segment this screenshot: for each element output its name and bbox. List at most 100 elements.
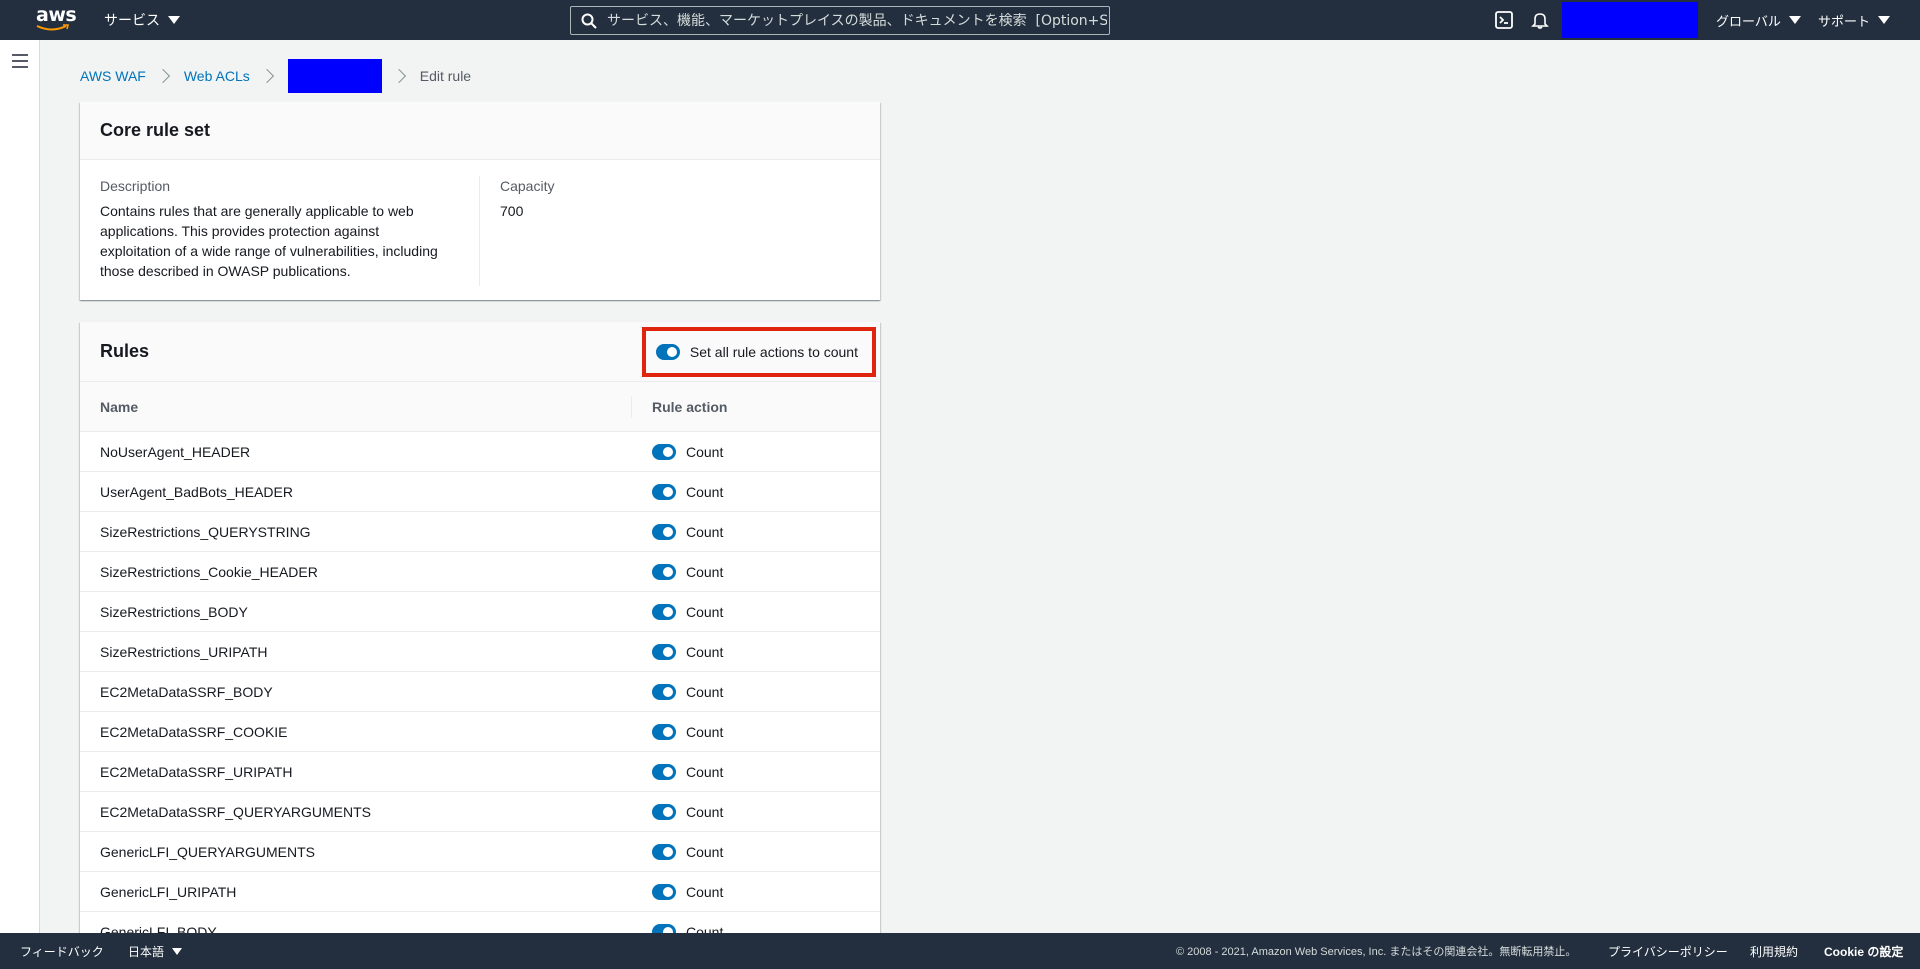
breadcrumb-web-acls[interactable]: Web ACLs bbox=[184, 68, 250, 84]
rule-count-toggle[interactable] bbox=[652, 523, 676, 540]
column-header-rule-action: Rule action bbox=[652, 398, 728, 415]
side-navigation-rail bbox=[0, 40, 40, 933]
table-row: NoUserAgent_HEADER Count bbox=[80, 432, 880, 472]
terms-link[interactable]: 利用規約 bbox=[1750, 943, 1798, 960]
rule-name: SizeRestrictions_Cookie_HEADER bbox=[100, 563, 318, 580]
language-selector[interactable]: 日本語 bbox=[128, 943, 183, 960]
feedback-link[interactable]: フィードバック bbox=[20, 943, 104, 960]
rule-action-cell: Count bbox=[632, 683, 724, 700]
rule-name: SizeRestrictions_QUERYSTRING bbox=[100, 523, 311, 540]
core-rule-set-header: Core rule set bbox=[80, 102, 880, 160]
breadcrumb-edit-rule: Edit rule bbox=[419, 68, 472, 84]
rule-action-label: Count bbox=[686, 763, 724, 780]
column-header-name: Name bbox=[80, 395, 632, 418]
services-menu-button[interactable]: サービス bbox=[104, 0, 180, 40]
caret-down-icon bbox=[1878, 16, 1891, 24]
cloudshell-icon[interactable] bbox=[1494, 10, 1514, 30]
region-label: グローバル bbox=[1716, 13, 1781, 29]
rule-action-cell: Count bbox=[632, 763, 724, 780]
rule-count-toggle[interactable] bbox=[652, 803, 676, 820]
capacity-label: Capacity bbox=[500, 178, 555, 194]
rule-count-toggle[interactable] bbox=[652, 563, 676, 580]
set-all-count-toggle[interactable] bbox=[655, 343, 680, 360]
rule-action-cell: Count bbox=[632, 883, 723, 900]
rule-name: NoUserAgent_HEADER bbox=[100, 443, 251, 460]
table-row: SizeRestrictions_BODY Count bbox=[80, 592, 880, 632]
rule-count-toggle[interactable] bbox=[652, 843, 676, 860]
search-input[interactable] bbox=[607, 12, 1107, 29]
rule-action-label: Count bbox=[686, 483, 724, 500]
table-row: GenericLFI_QUERYARGUMENTS Count bbox=[80, 832, 880, 872]
description-line: applications. This provides protection a… bbox=[100, 223, 380, 239]
table-row: EC2MetaDataSSRF_BODY Count bbox=[80, 672, 880, 712]
aws-logo[interactable]: aws bbox=[36, 4, 77, 32]
rule-count-toggle[interactable] bbox=[652, 603, 676, 620]
capacity-column: Capacity 700 bbox=[480, 176, 554, 286]
rule-count-toggle[interactable] bbox=[652, 443, 676, 460]
rule-action-label: Count bbox=[686, 723, 724, 740]
description-line: those described in OWASP publications. bbox=[100, 263, 351, 279]
breadcrumb-aws-waf[interactable]: AWS WAF bbox=[80, 68, 146, 84]
rule-action-label: Count bbox=[686, 603, 724, 620]
table-row: GenericLFI_URIPATH Count bbox=[80, 872, 880, 912]
menu-icon[interactable] bbox=[12, 54, 28, 68]
rule-action-label: Count bbox=[686, 443, 724, 460]
rules-header: Rules Set all rule actions to count bbox=[80, 322, 880, 382]
search-icon bbox=[581, 13, 597, 29]
services-label: サービス bbox=[104, 12, 160, 28]
caret-down-icon bbox=[172, 947, 183, 955]
rule-action-label: Count bbox=[686, 683, 724, 700]
description-value: Contains rules that are generally applic… bbox=[100, 201, 459, 281]
rules-table-body: NoUserAgent_HEADER Count UserAgent_BadBots… bbox=[80, 432, 880, 933]
set-all-count-label: Set all rule actions to count bbox=[689, 343, 858, 360]
table-row: SizeRestrictions_Cookie_HEADER Count bbox=[80, 552, 880, 592]
rule-action-label: Count bbox=[686, 803, 724, 820]
rule-name: GenericLFI_QUERYARGUMENTS bbox=[100, 843, 315, 860]
rule-action-cell: Count bbox=[632, 603, 724, 620]
rule-action-cell: Count bbox=[632, 643, 724, 660]
rule-name: SizeRestrictions_URIPATH bbox=[100, 643, 268, 660]
description-column: Description Contains rules that are gene… bbox=[100, 176, 480, 286]
rule-name: EC2MetaDataSSRF_QUERYARGUMENTS bbox=[100, 803, 371, 820]
rule-count-toggle[interactable] bbox=[652, 483, 676, 500]
bell-icon[interactable] bbox=[1530, 10, 1550, 30]
cookie-settings-link[interactable]: Cookie の設定 bbox=[1824, 943, 1903, 960]
aws-smile-icon bbox=[36, 24, 70, 31]
table-row: EC2MetaDataSSRF_COOKIE Count bbox=[80, 712, 880, 752]
rule-count-toggle[interactable] bbox=[652, 883, 676, 900]
rule-count-toggle[interactable] bbox=[652, 723, 676, 740]
copyright-text: © 2008 - 2021, Amazon Web Services, Inc.… bbox=[1176, 946, 1577, 958]
rule-count-toggle[interactable] bbox=[652, 683, 676, 700]
rule-action-cell: Count bbox=[632, 443, 724, 460]
rule-action-label: Count bbox=[686, 843, 724, 860]
rule-count-toggle[interactable] bbox=[652, 643, 676, 660]
rule-count-toggle[interactable] bbox=[652, 763, 676, 780]
region-menu-button[interactable]: グローバル bbox=[1716, 0, 1801, 40]
breadcrumb: AWS WAF Web ACLs Edit rule bbox=[80, 59, 472, 93]
table-row: SizeRestrictions_URIPATH Count bbox=[80, 632, 880, 672]
capacity-value: 700 bbox=[500, 203, 524, 219]
language-label: 日本語 bbox=[128, 944, 165, 959]
breadcrumb-web-acl-redacted[interactable] bbox=[287, 59, 382, 93]
rules-table-header: Name Rule action bbox=[80, 382, 880, 432]
rules-panel: Rules Set all rule actions to count Name… bbox=[80, 322, 880, 933]
top-navigation: aws サービス グローバル サポート bbox=[0, 0, 1920, 40]
account-menu-redacted[interactable] bbox=[1562, 2, 1698, 38]
set-all-count-highlight: Set all rule actions to count bbox=[641, 326, 876, 377]
rule-action-cell: Count bbox=[632, 923, 724, 934]
rule-name: EC2MetaDataSSRF_URIPATH bbox=[100, 763, 293, 780]
support-menu-button[interactable]: サポート bbox=[1818, 0, 1891, 40]
chevron-right-icon bbox=[391, 68, 406, 84]
support-label: サポート bbox=[1818, 13, 1871, 29]
rule-action-cell: Count bbox=[632, 523, 723, 540]
rule-count-toggle[interactable] bbox=[652, 923, 676, 933]
rule-action-label: Count bbox=[686, 923, 724, 934]
search-bar[interactable] bbox=[570, 6, 1110, 35]
privacy-policy-link[interactable]: プライバシーポリシー bbox=[1608, 943, 1728, 960]
description-line: exploitation of a wide range of vulnerab… bbox=[100, 243, 438, 259]
rule-name: SizeRestrictions_BODY bbox=[100, 603, 248, 620]
caret-down-icon bbox=[1788, 16, 1801, 24]
rule-action-label: Count bbox=[686, 643, 724, 660]
aws-logo-text: aws bbox=[36, 4, 77, 26]
rule-action-cell: Count bbox=[632, 483, 724, 500]
